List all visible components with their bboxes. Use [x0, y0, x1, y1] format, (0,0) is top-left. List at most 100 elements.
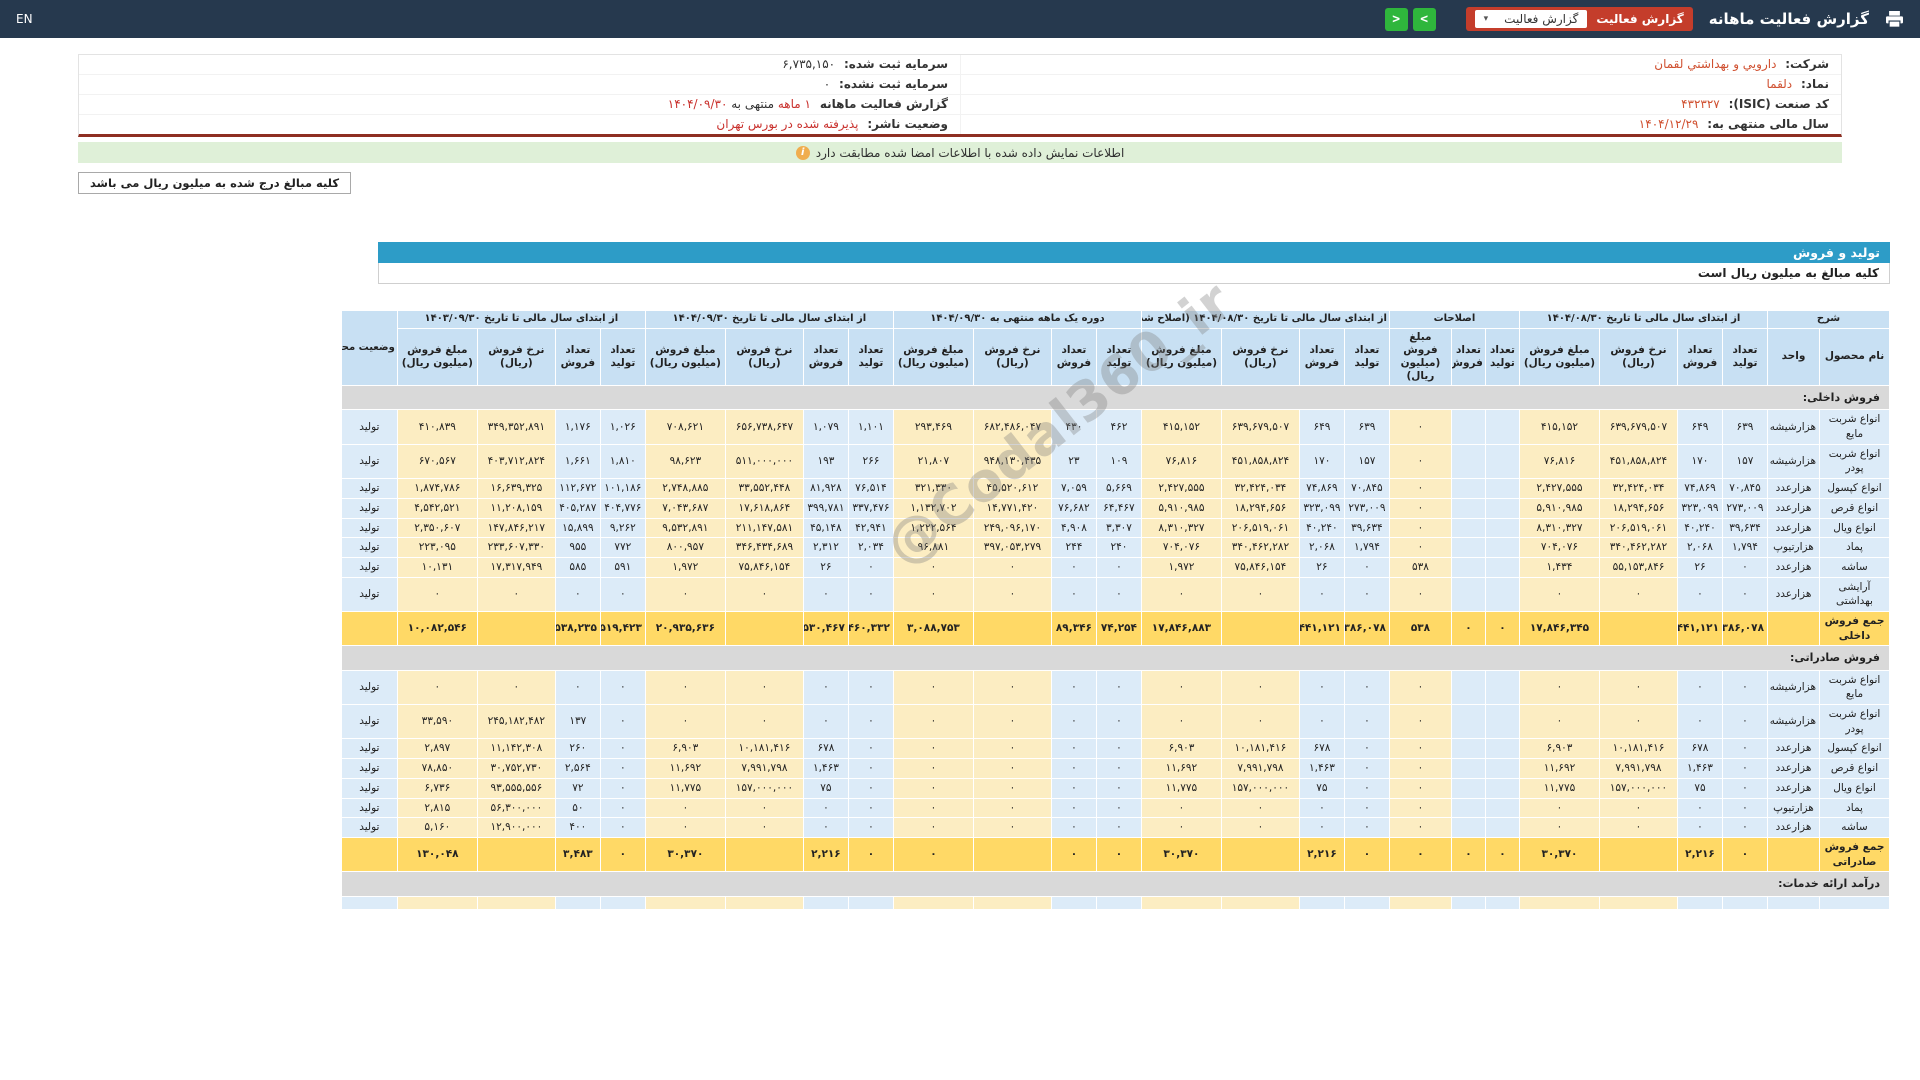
language-toggle[interactable]: EN — [16, 12, 33, 26]
value-cell: ۰ — [1343, 836, 1390, 873]
value-cell: ۲۰۶,۵۱۹,۰۶۱ — [1598, 517, 1678, 539]
value-cell: ۰ — [1343, 817, 1390, 838]
product-name-cell: انواع قرص — [1819, 758, 1890, 779]
unregistered-capital-row: سرمایه ثبت نشده: ۰ — [79, 75, 960, 95]
value-cell: ۰ — [1676, 669, 1723, 706]
value-cell — [1450, 556, 1486, 578]
value-cell: ۰ — [1140, 669, 1222, 706]
column-header: تعداد تولید — [847, 327, 894, 386]
value-cell: ۲۳ — [1050, 443, 1097, 480]
value-cell: ۴,۵۴۲,۵۲۱ — [396, 497, 478, 519]
value-cell: ۰ — [396, 576, 478, 612]
column-header: تعداد فروش — [1050, 327, 1097, 386]
value-cell: ۷,۰۴۳,۶۸۷ — [644, 497, 726, 519]
value-cell — [1484, 777, 1520, 799]
section-title: فروش صادراتی: — [340, 645, 1891, 671]
value-cell: ۰ — [847, 758, 894, 779]
company-row: شرکت: دارويي و بهداشتي لقمان — [960, 55, 1841, 75]
value-cell: ۰ — [1721, 817, 1768, 838]
value-cell — [1450, 497, 1486, 519]
value-cell: ۳۹,۶۳۴ — [1721, 517, 1768, 539]
value-cell: ۴۰۰ — [554, 817, 601, 838]
company-name-link[interactable]: دارويي و بهداشتي لقمان — [1654, 57, 1776, 71]
empty-cell — [396, 895, 478, 910]
value-cell: ۰ — [1140, 704, 1222, 740]
value-cell: ۰ — [1343, 669, 1390, 706]
value-cell — [1450, 669, 1486, 706]
value-cell: ۲۴۵,۱۸۲,۴۸۲ — [476, 704, 556, 740]
symbol-row: نماد: دلقما — [960, 75, 1841, 95]
value-cell: ۰ — [1343, 556, 1390, 578]
empty-cell — [340, 895, 398, 910]
value-cell — [1484, 537, 1520, 558]
value-cell: ۶۳۹,۶۷۹,۵۰۷ — [1598, 409, 1678, 445]
value-cell: ۰ — [724, 669, 804, 706]
value-cell: ۰ — [1721, 669, 1768, 706]
product-name-cell: انواع کپسول — [1819, 478, 1890, 499]
value-cell: ۴۰,۲۴۰ — [1676, 517, 1723, 539]
value-cell: ۱۱,۲۰۸,۱۵۹ — [476, 497, 556, 519]
value-cell: ۰ — [1050, 797, 1097, 819]
value-cell: ۴۲,۹۴۱ — [847, 517, 894, 539]
value-cell: ۲۱,۸۰۷ — [892, 443, 974, 480]
page-title: گزارش فعالیت ماهانه — [1708, 10, 1869, 28]
unit-cell: هزارعدد — [1766, 777, 1821, 799]
value-cell: ۰ — [1050, 576, 1097, 612]
print-icon[interactable] — [1885, 10, 1904, 28]
value-cell: ۰ — [476, 669, 556, 706]
value-cell: ۰ — [599, 817, 646, 838]
empty-cell — [1484, 895, 1520, 910]
product-name-cell: ساشه — [1819, 556, 1890, 578]
value-cell: ۲,۳۵۰,۶۰۷ — [396, 517, 478, 539]
value-cell: ۰ — [1450, 610, 1486, 647]
value-cell: ۱۷,۳۱۷,۹۴۹ — [476, 556, 556, 578]
value-cell: ۰ — [476, 576, 556, 612]
value-cell — [1450, 409, 1486, 445]
value-cell: ۰ — [644, 817, 726, 838]
value-cell — [1484, 517, 1520, 539]
value-cell: ۴۵۱,۸۵۸,۸۲۴ — [1220, 443, 1300, 480]
value-cell: ۱,۰۷۹ — [802, 409, 849, 445]
column-group-header: از ابتدای سال مالی تا تاریخ ۱۴۰۴/۰۸/۳۰ (… — [1140, 310, 1390, 329]
column-header: تعداد فروش — [1298, 327, 1345, 386]
product-name-cell: پماد — [1819, 537, 1890, 558]
value-cell: ۰ — [1298, 669, 1345, 706]
value-cell: ۰ — [1140, 797, 1222, 819]
column-header: نرخ فروش (ریال) — [476, 327, 556, 386]
section-title: فروش داخلی: — [340, 384, 1891, 411]
report-period-date: ۱۴۰۴/۰۹/۳۰ — [667, 97, 728, 111]
value-cell: ۰ — [847, 777, 894, 799]
value-cell — [1484, 443, 1520, 480]
value-cell: ۵۶,۳۰۰,۰۰۰ — [476, 797, 556, 819]
fiscal-year-label: سال مالی منتهی به: — [1707, 117, 1829, 131]
unit-cell — [1766, 610, 1821, 647]
column-header: مبلغ فروش (میلیون ریال) — [1388, 327, 1452, 386]
value-cell: ۰ — [1220, 669, 1300, 706]
value-cell: ۳۲۳,۰۹۹ — [1298, 497, 1345, 519]
status-cell: تولید — [340, 704, 398, 740]
section-row: فروش صادراتی: — [340, 645, 1891, 671]
value-cell: ۰ — [1298, 576, 1345, 612]
value-cell: ۰ — [1676, 576, 1723, 612]
value-cell: ۲۷۳,۰۰۹ — [1343, 497, 1390, 519]
prev-report-button[interactable]: < — [1384, 7, 1408, 31]
empty-cell — [1676, 895, 1723, 910]
empty-cell — [972, 895, 1052, 910]
value-cell: ۴۱۵,۱۵۲ — [1140, 409, 1222, 445]
report-type-dropdown[interactable]: گزارش فعالیت ▾ — [1474, 10, 1588, 28]
value-cell: ۰ — [599, 758, 646, 779]
value-cell: ۰ — [972, 817, 1052, 838]
value-cell: ۰ — [1676, 704, 1723, 740]
value-cell: ۳۴۹,۳۵۲,۸۹۱ — [476, 409, 556, 445]
printer-glyph — [1886, 10, 1903, 28]
product-row: انواع شربت مایع هزارشیشه ۶۳۹ ۶۴۹ ۶۳۹,۶۷۹,۵۰۷… — [340, 409, 1890, 445]
value-cell: ۷۸,۸۵۰ — [396, 758, 478, 779]
value-cell: ۰ — [892, 738, 974, 760]
value-cell: ۴۳۰ — [1050, 409, 1097, 445]
value-cell: ۱,۱۳۲,۷۰۲ — [892, 497, 974, 519]
symbol-link[interactable]: دلقما — [1766, 77, 1792, 91]
next-report-button[interactable]: > — [1412, 7, 1436, 31]
product-row: انواع شربت پودر هزارشیشه ۱۵۷ ۱۷۰ ۴۵۱,۸۵۸,۸۲۴… — [340, 443, 1890, 480]
product-row: انواع شربت مایع هزارشیشه ۰ ۰ ۰ ۰ ۰ ۰ ۰ ۰ ۰ ۰ ۰ ۰ ۰ ۰ ۰ ۰ ۰… — [340, 669, 1890, 706]
value-cell: ۰ — [554, 669, 601, 706]
